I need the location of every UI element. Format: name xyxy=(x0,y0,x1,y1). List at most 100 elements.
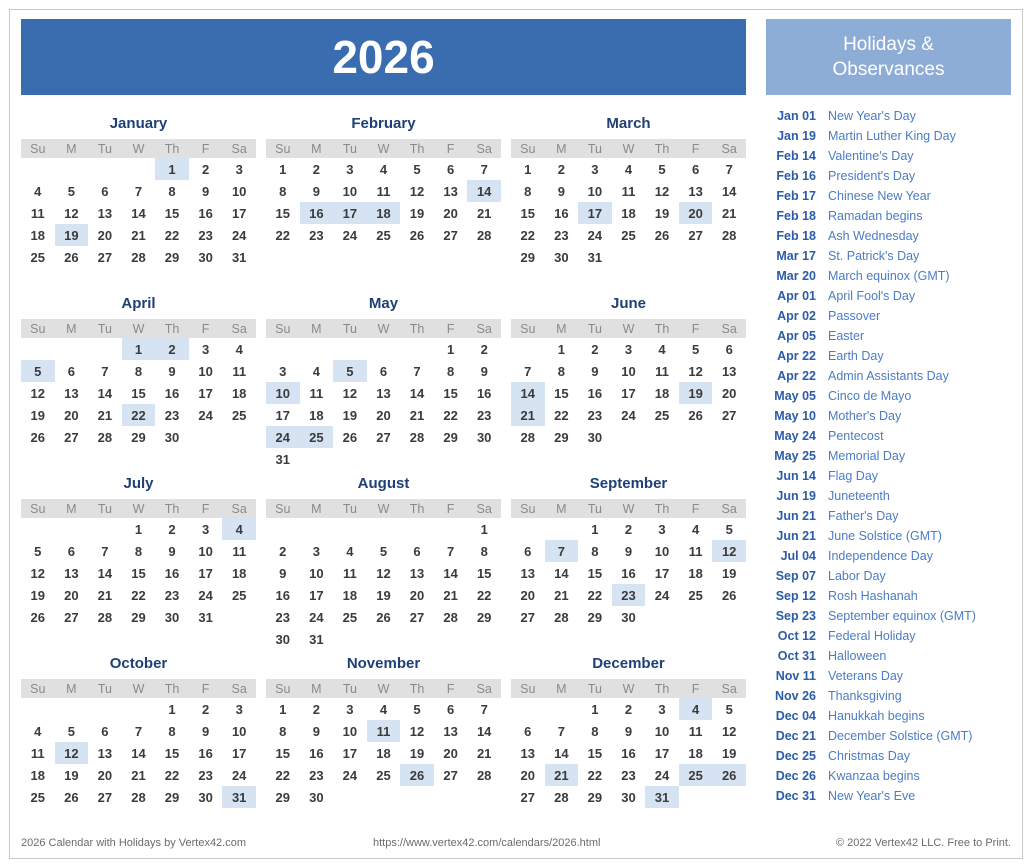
day-cell[interactable]: 9 xyxy=(155,360,189,382)
day-cell[interactable]: 3 xyxy=(645,518,679,540)
day-cell[interactable]: 12 xyxy=(400,720,434,742)
day-cell[interactable]: 26 xyxy=(55,246,89,268)
day-cell[interactable]: 13 xyxy=(712,360,746,382)
day-cell[interactable]: 4 xyxy=(333,540,367,562)
day-cell[interactable]: 27 xyxy=(712,404,746,426)
day-cell[interactable]: 8 xyxy=(578,720,612,742)
day-cell[interactable]: 16 xyxy=(612,562,646,584)
day-cell[interactable]: 24 xyxy=(189,584,223,606)
day-cell[interactable]: 4 xyxy=(679,518,713,540)
day-cell[interactable]: 7 xyxy=(511,360,545,382)
day-cell[interactable]: 22 xyxy=(511,224,545,246)
day-cell[interactable]: 20 xyxy=(434,742,468,764)
day-cell[interactable]: 7 xyxy=(712,158,746,180)
day-cell[interactable]: 6 xyxy=(712,338,746,360)
day-cell[interactable]: 12 xyxy=(679,360,713,382)
day-cell[interactable]: 31 xyxy=(266,448,300,470)
day-cell[interactable]: 4 xyxy=(222,338,256,360)
day-cell[interactable]: 21 xyxy=(467,742,501,764)
day-cell[interactable]: 9 xyxy=(612,720,646,742)
day-cell[interactable]: 12 xyxy=(400,180,434,202)
day-cell[interactable]: 25 xyxy=(299,426,334,448)
day-cell[interactable]: 28 xyxy=(545,606,579,628)
day-cell[interactable]: 25 xyxy=(367,764,401,786)
day-cell[interactable]: 24 xyxy=(333,764,367,786)
day-cell[interactable]: 31 xyxy=(189,606,223,628)
day-cell[interactable]: 20 xyxy=(678,202,713,224)
day-cell[interactable]: 23 xyxy=(545,224,579,246)
day-cell[interactable]: 7 xyxy=(467,698,501,720)
day-cell[interactable]: 24 xyxy=(300,606,334,628)
day-cell[interactable]: 18 xyxy=(21,764,55,786)
day-cell[interactable]: 19 xyxy=(21,584,55,606)
day-cell[interactable]: 14 xyxy=(88,562,122,584)
day-cell[interactable]: 16 xyxy=(266,584,300,606)
day-cell[interactable]: 1 xyxy=(155,698,189,720)
day-cell[interactable]: 26 xyxy=(55,786,89,808)
day-cell[interactable]: 15 xyxy=(511,202,545,224)
day-cell[interactable]: 19 xyxy=(400,202,434,224)
day-cell[interactable]: 8 xyxy=(266,180,300,202)
day-cell[interactable]: 12 xyxy=(54,742,89,764)
day-cell[interactable]: 18 xyxy=(300,404,334,426)
day-cell[interactable]: 10 xyxy=(612,360,646,382)
day-cell[interactable]: 26 xyxy=(712,764,746,786)
day-cell[interactable]: 9 xyxy=(612,540,646,562)
day-cell[interactable]: 27 xyxy=(434,224,468,246)
day-cell[interactable]: 31 xyxy=(645,786,679,808)
day-cell[interactable]: 27 xyxy=(400,606,434,628)
day-cell[interactable]: 9 xyxy=(545,180,579,202)
day-cell[interactable]: 22 xyxy=(122,584,156,606)
day-cell[interactable]: 19 xyxy=(55,764,89,786)
day-cell[interactable]: 3 xyxy=(612,338,646,360)
day-cell[interactable]: 1 xyxy=(155,158,189,180)
day-cell[interactable]: 15 xyxy=(155,742,189,764)
day-cell[interactable]: 30 xyxy=(155,606,189,628)
day-cell[interactable]: 20 xyxy=(55,584,89,606)
day-cell[interactable]: 2 xyxy=(155,338,189,360)
day-cell[interactable]: 15 xyxy=(155,202,189,224)
day-cell[interactable]: 19 xyxy=(400,742,434,764)
day-cell[interactable]: 17 xyxy=(645,562,679,584)
day-cell[interactable]: 21 xyxy=(122,764,156,786)
day-cell[interactable]: 25 xyxy=(21,246,55,268)
day-cell[interactable]: 5 xyxy=(55,720,89,742)
day-cell[interactable]: 30 xyxy=(612,606,646,628)
day-cell[interactable]: 28 xyxy=(467,224,501,246)
day-cell[interactable]: 21 xyxy=(467,202,501,224)
day-cell[interactable]: 9 xyxy=(155,540,189,562)
day-cell[interactable]: 16 xyxy=(467,382,501,404)
day-cell[interactable]: 30 xyxy=(467,426,501,448)
day-cell[interactable]: 2 xyxy=(545,158,579,180)
day-cell[interactable]: 28 xyxy=(122,246,156,268)
day-cell[interactable]: 2 xyxy=(612,518,646,540)
day-cell[interactable]: 26 xyxy=(712,584,746,606)
day-cell[interactable]: 16 xyxy=(299,202,334,224)
day-cell[interactable]: 2 xyxy=(467,338,501,360)
day-cell[interactable]: 21 xyxy=(712,202,746,224)
day-cell[interactable]: 21 xyxy=(400,404,434,426)
day-cell[interactable]: 16 xyxy=(155,562,189,584)
day-cell[interactable]: 16 xyxy=(612,742,646,764)
day-cell[interactable]: 18 xyxy=(645,382,679,404)
day-cell[interactable]: 31 xyxy=(222,246,256,268)
day-cell[interactable]: 13 xyxy=(88,742,122,764)
day-cell[interactable]: 10 xyxy=(222,720,256,742)
day-cell[interactable]: 11 xyxy=(222,360,256,382)
day-cell[interactable]: 5 xyxy=(712,518,746,540)
day-cell[interactable]: 14 xyxy=(88,382,122,404)
day-cell[interactable]: 20 xyxy=(511,584,545,606)
day-cell[interactable]: 3 xyxy=(333,698,367,720)
day-cell[interactable]: 7 xyxy=(88,540,122,562)
day-cell[interactable]: 14 xyxy=(122,742,156,764)
day-cell[interactable]: 9 xyxy=(578,360,612,382)
day-cell[interactable]: 15 xyxy=(467,562,501,584)
day-cell[interactable]: 7 xyxy=(88,360,122,382)
day-cell[interactable]: 6 xyxy=(55,360,89,382)
day-cell[interactable]: 27 xyxy=(511,786,545,808)
day-cell[interactable]: 10 xyxy=(645,540,679,562)
day-cell[interactable]: 29 xyxy=(578,606,612,628)
day-cell[interactable]: 17 xyxy=(578,202,612,224)
day-cell[interactable]: 28 xyxy=(511,426,545,448)
day-cell[interactable]: 5 xyxy=(400,158,434,180)
